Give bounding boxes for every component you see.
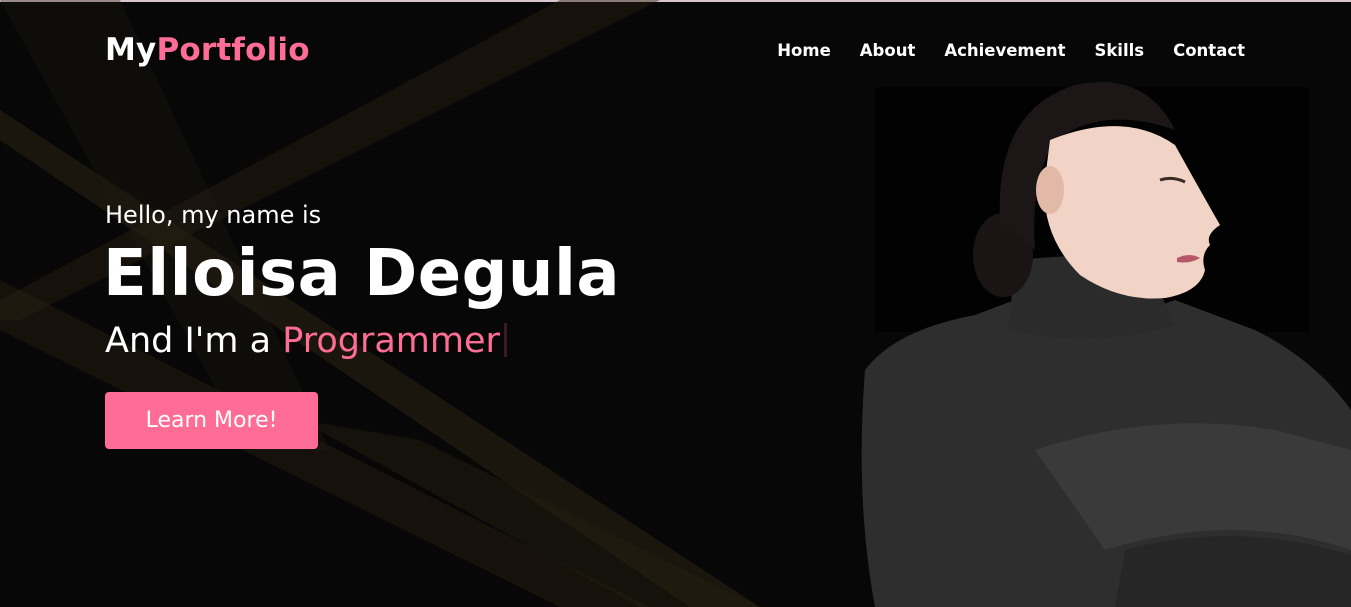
hero-name: Elloisa Degula [103,237,621,311]
logo-prefix: My [105,32,157,68]
hero-section: Hello, my name is Elloisa Degula And I'm… [103,200,621,362]
nav-item-achievement[interactable]: Achievement [944,41,1065,60]
nav-item-contact[interactable]: Contact [1173,41,1245,60]
logo-accent: Portfolio [156,32,310,68]
site-logo[interactable]: MyPortfolio [105,32,310,68]
nav-item-home[interactable]: Home [777,41,831,60]
nav-item-skills[interactable]: Skills [1094,41,1144,60]
hero-greeting: Hello, my name is [105,201,322,229]
nav-item-about[interactable]: About [860,41,916,60]
hero-role: And I'm a Programmer [105,320,620,362]
typing-cursor [503,323,507,357]
nav-menu: Home About Achievement Skills Contact [777,41,1245,60]
role-prefix: And I'm a [105,321,283,361]
role-typed-text: Programmer [282,321,500,361]
top-navbar: MyPortfolio Home About Achievement Skill… [0,0,1351,105]
portrait-photo [861,82,1351,607]
learn-more-button[interactable]: Learn More! [105,392,318,449]
